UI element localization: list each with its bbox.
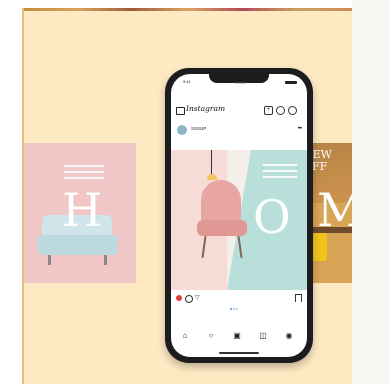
bookmark-icon[interactable] — [295, 294, 302, 302]
carousel-dot — [233, 308, 235, 310]
heart-icon[interactable] — [276, 106, 285, 115]
share-icon[interactable]: ▽ — [195, 294, 200, 301]
like-icon[interactable] — [176, 295, 182, 301]
carousel-dot — [236, 308, 238, 310]
product-mockup-image: H NEW OFF M 9:41 ●●●●● Instagram + SSSUP… — [22, 8, 352, 384]
carousel-letter-left: H — [62, 183, 104, 237]
app-header: Instagram + — [176, 104, 302, 118]
home-indicator — [219, 352, 259, 354]
battery-icon — [285, 81, 297, 84]
status-url: ●●●●● — [235, 81, 246, 85]
carousel-panel-left: H — [24, 143, 136, 283]
profile-icon[interactable]: ◉ — [285, 332, 293, 340]
app-logo: Instagram — [186, 104, 226, 113]
sofa-seat — [38, 235, 118, 255]
add-icon[interactable]: + — [264, 106, 273, 115]
more-icon[interactable]: ••• — [298, 126, 302, 132]
status-time: 9:41 — [183, 79, 191, 84]
reels-icon[interactable]: ▣ — [233, 332, 241, 340]
page-margin-right — [352, 0, 390, 384]
chair-seat — [197, 220, 247, 236]
panel-text-lines — [64, 161, 104, 183]
post-image[interactable]: O — [171, 150, 307, 290]
shop-icon[interactable]: ◫ — [259, 332, 267, 340]
top-strip — [22, 8, 352, 11]
carousel-dots — [230, 297, 239, 315]
home-icon[interactable]: ⌂ — [181, 332, 189, 340]
chair-back — [201, 180, 241, 224]
search-icon[interactable]: ○ — [207, 332, 215, 340]
post-text-lines — [263, 160, 297, 182]
comment-icon[interactable] — [185, 295, 193, 303]
post-actions: ▽ — [176, 294, 302, 310]
post-header: SSSUP ••• — [177, 125, 302, 137]
bottom-nav: ⌂ ○ ▣ ◫ ◉ — [171, 326, 307, 350]
lamp-cord — [211, 150, 212, 176]
lamp-shade — [207, 174, 217, 180]
avatar[interactable] — [177, 125, 187, 135]
sofa-leg — [104, 255, 107, 265]
phone-screen: 9:41 ●●●●● Instagram + SSSUP ••• O ▽ ⌂ ○… — [171, 74, 307, 357]
sofa-leg — [48, 255, 51, 265]
status-bar: 9:41 ●●●●● — [183, 79, 297, 87]
post-letter: O — [253, 190, 291, 244]
camera-icon[interactable] — [176, 107, 185, 115]
phone-frame: 9:41 ●●●●● Instagram + SSSUP ••• O ▽ ⌂ ○… — [165, 68, 313, 363]
message-icon[interactable] — [288, 106, 297, 115]
carousel-letter-right: M — [317, 183, 352, 237]
post-username[interactable]: SSSUP — [191, 126, 206, 131]
carousel-dot — [230, 308, 232, 310]
